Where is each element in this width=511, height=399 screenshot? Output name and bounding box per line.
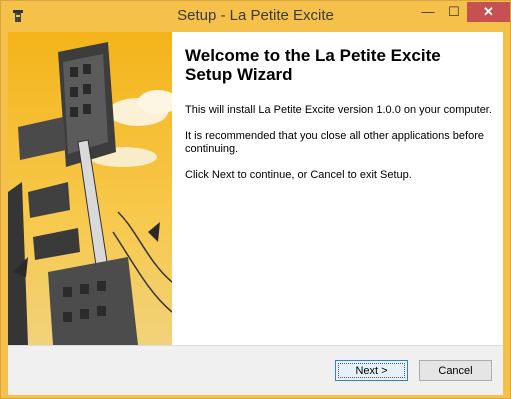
maximize-button[interactable]: ☐ <box>441 2 467 22</box>
minimize-button[interactable]: — <box>415 2 441 22</box>
welcome-content: Welcome to the La Petite Excite Setup Wi… <box>185 46 495 195</box>
instruction-text: Click Next to continue, or Cancel to exi… <box>185 169 412 181</box>
recommendation-text: It is recommended that you close all oth… <box>185 130 484 155</box>
setup-window: Setup - La Petite Excite — ☐ ✕ Welcome t… <box>0 0 511 399</box>
welcome-heading-line1: Welcome to the La Petite Excite <box>185 46 441 65</box>
title-bar[interactable]: Setup - La Petite Excite — ☐ ✕ <box>1 1 510 32</box>
close-button[interactable]: ✕ <box>467 2 510 22</box>
wizard-client-area: Welcome to the La Petite Excite Setup Wi… <box>8 32 503 395</box>
welcome-heading-line2: Setup Wizard <box>185 65 293 84</box>
city-tower-illustration <box>8 32 172 345</box>
cancel-button[interactable]: Cancel <box>419 360 492 381</box>
focus-rectangle <box>338 363 405 378</box>
cancel-button-label: Cancel <box>438 365 473 377</box>
wizard-button-bar: Next > Cancel <box>8 345 503 395</box>
install-info-text: This will install La Petite Excite versi… <box>185 104 492 116</box>
welcome-heading: Welcome to the La Petite Excite Setup Wi… <box>185 46 495 84</box>
next-button[interactable]: Next > <box>335 360 408 381</box>
